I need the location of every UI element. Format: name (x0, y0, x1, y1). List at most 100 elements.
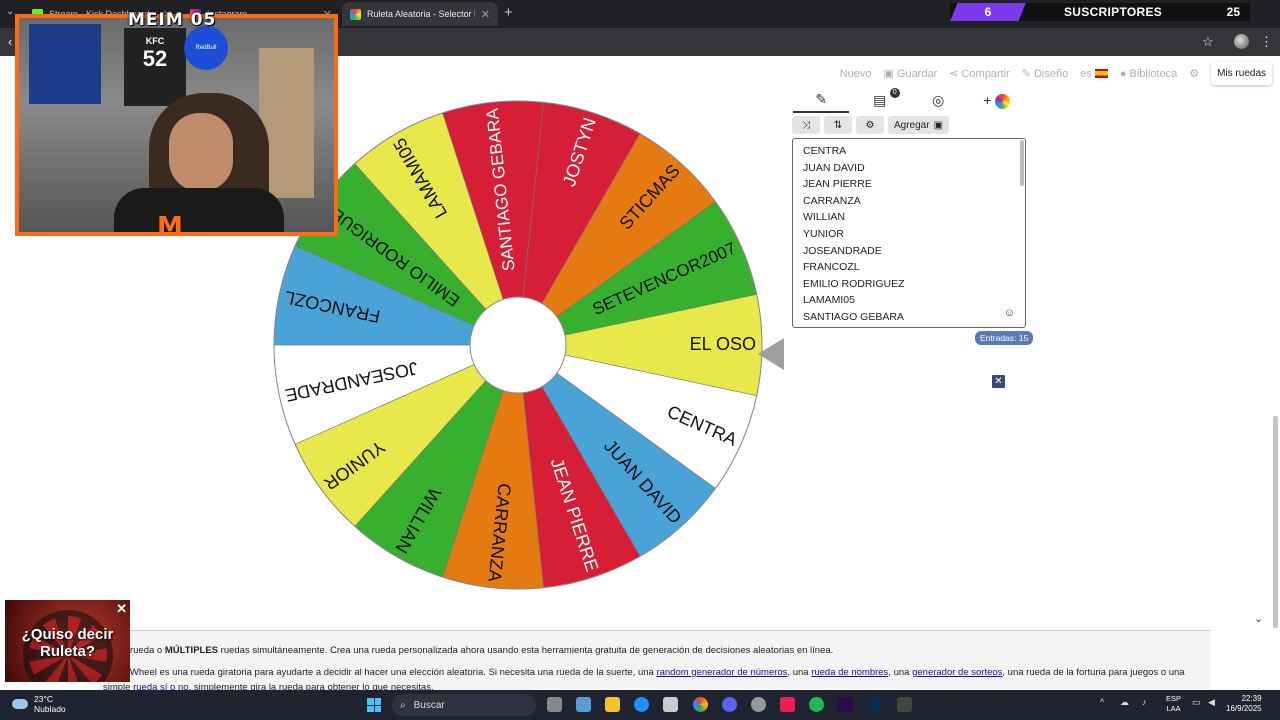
gear-icon: ⚙ (1189, 68, 1200, 80)
close-icon[interactable]: ✕ (116, 601, 127, 617)
link-number-generator[interactable]: random generador de números (656, 667, 787, 678)
add-image-button[interactable]: Agregar ▣ (888, 116, 950, 134)
time: 22:39 (1241, 694, 1262, 703)
color-wheel-icon (995, 93, 1011, 109)
editor-tools: ⤨ ⇅ ⚙ Agregar ▣ (792, 116, 950, 134)
lang-layout: LAA (1166, 704, 1181, 713)
entry-item[interactable]: SANTIAGO GEBARA (803, 309, 1015, 326)
link-name-wheel[interactable]: rueda de nombres (811, 667, 888, 678)
bookmark-star-icon[interactable]: ☆ (1202, 34, 1214, 50)
tab-ruleta[interactable]: Ruleta Aleatoria - Selector Pers ✕ (342, 2, 498, 26)
cloud-icon (12, 699, 28, 709)
edge-icon[interactable] (634, 697, 649, 712)
spain-flag-icon (1094, 69, 1108, 78)
library-button[interactable]: ● Biblioteca (1120, 68, 1177, 80)
share-label: Compartir (961, 67, 1010, 80)
language-selector[interactable]: es (1080, 68, 1108, 80)
entry-item[interactable]: JUAN DAVID (803, 160, 1015, 177)
close-tab-icon[interactable]: ✕ (481, 8, 490, 21)
editor-tabs: ✎ ▤ 0 ◎ + (792, 88, 1026, 114)
shuffle-button[interactable]: ⤨ (792, 116, 820, 134)
description-section: rueda o MÚLTIPLES ruedas simultáneamente… (100, 630, 1210, 693)
description-line-1: rueda o MÚLTIPLES ruedas simultáneamente… (130, 645, 833, 656)
taskbar-search[interactable]: ⌕ Buscar (392, 694, 536, 716)
task-view-icon[interactable] (547, 697, 562, 712)
share-button[interactable]: ⋖ Compartir (949, 67, 1010, 81)
volume-icon[interactable]: ◀ (1208, 697, 1215, 708)
jersey-image (29, 24, 101, 104)
close-icon[interactable]: ✕ (992, 375, 1005, 388)
search-label: Buscar (413, 699, 445, 711)
tab-edit[interactable]: ✎ (793, 91, 850, 113)
clock[interactable]: 22:39 16/9/2025 (1226, 694, 1262, 714)
store-icon[interactable] (663, 697, 678, 712)
entries-list: CENTRA JUAN DAVID JEAN PIERRE CARRANZA WILLI… (793, 139, 1025, 327)
entry-item[interactable]: JOSEANDRADE (803, 243, 1015, 260)
photoshop-icon[interactable] (867, 697, 882, 712)
entry-item[interactable]: JEAN PIERRE (803, 176, 1015, 193)
tab-results[interactable]: ▤ 0 (852, 88, 908, 112)
streamer-face (169, 113, 233, 191)
cam-title: MEIM 05 (128, 10, 217, 30)
language-indicator[interactable]: ESP LAA (1166, 694, 1181, 714)
desc-text: , una (888, 667, 913, 678)
roulette-promo[interactable]: ¿Quiso decir Ruleta? ✕ (5, 600, 130, 682)
desc-text: e Wheel es una rueda giratoria para ayud… (122, 667, 657, 678)
entries-scrollbar[interactable] (1020, 140, 1024, 186)
link-raffle-generator[interactable]: generador de sorteos (912, 667, 1002, 678)
language-label: es (1080, 67, 1092, 80)
jersey-image: KFC 52 (124, 28, 186, 106)
chevron-down-icon[interactable]: ⌄ (1254, 612, 1263, 625)
globe-icon: ● (1119, 67, 1127, 80)
capcut-icon[interactable] (897, 697, 912, 712)
entry-item[interactable]: YUNIOR (803, 226, 1015, 243)
chrome-icon[interactable] (693, 697, 708, 712)
entry-item[interactable]: FRANCOZL (803, 259, 1015, 276)
obs-icon[interactable] (751, 697, 766, 712)
my-wheels-button[interactable]: Mis ruedas (1211, 62, 1272, 85)
entry-item[interactable]: WILLIAN (803, 209, 1015, 226)
windows-start-icon[interactable] (367, 698, 381, 712)
ball-image: RedBull (184, 26, 228, 70)
microphone-icon[interactable]: ♪ (1142, 697, 1147, 707)
shuffle-icon: ⤨ (802, 119, 810, 131)
settings-button[interactable]: ⚙ (1189, 67, 1199, 80)
premiere-icon[interactable] (838, 697, 853, 712)
tab-hide[interactable]: ◎ (910, 92, 966, 112)
subscribers-count: 6 (950, 3, 1026, 21)
weather-widget[interactable]: 23°C Nublado (12, 694, 66, 714)
menu-icon[interactable]: ⋮ (1260, 34, 1273, 50)
page-scrollbar[interactable] (1273, 416, 1278, 628)
emoji-icon[interactable]: ☺ (1004, 307, 1015, 319)
back-icon[interactable]: ‹ (8, 34, 12, 49)
tab-colors[interactable]: + (969, 92, 1025, 112)
tiktok-icon[interactable] (780, 697, 795, 712)
wheel-hub[interactable] (469, 296, 567, 394)
file-explorer-icon[interactable] (605, 697, 620, 712)
network-icon[interactable]: ▭ (1192, 697, 1201, 708)
tab-search-icon[interactable]: ⌄ (6, 6, 14, 17)
entry-item[interactable]: CENTRA (803, 143, 1015, 160)
discord-icon[interactable] (722, 697, 737, 712)
new-button[interactable]: Nuevo (840, 68, 872, 80)
new-tab-icon[interactable]: + (504, 4, 513, 21)
wheel-segment-label: EL OSO (690, 334, 756, 354)
save-button[interactable]: ▣ Guardar (883, 67, 937, 81)
subscribers-goal-bar: 6 SUSCRIPTORES 25 (950, 3, 1250, 21)
entries-textarea[interactable]: CENTRA JUAN DAVID JEAN PIERRE CARRANZA WILLI… (792, 138, 1026, 328)
entry-item[interactable]: LAMAMI05 (803, 292, 1015, 309)
tray-chevron-icon[interactable]: ^ (1100, 697, 1104, 707)
entry-item[interactable]: CARRANZA (803, 193, 1015, 210)
advanced-button[interactable]: ⚙ (856, 116, 884, 134)
spin-wheel[interactable]: EL OSOCENTRAJUAN DAVIDJEAN PIERRECARRANZ… (265, 48, 775, 648)
tab-label: Ruleta Aleatoria - Selector Pers (367, 9, 475, 19)
design-button[interactable]: ✎ Diseño (1022, 67, 1068, 81)
copilot-icon[interactable] (576, 697, 591, 712)
entry-item[interactable]: EMILIO RODRIGUEZ (803, 276, 1015, 293)
windows-taskbar: 23°C Nublado ⌕ Buscar ^ ☁ ♪ ESP LAA ▭ ◀ 22:… (0, 690, 1280, 720)
cloud-sync-icon[interactable]: ☁ (1120, 697, 1129, 708)
sort-button[interactable]: ⇅ (824, 116, 852, 134)
wheel-container[interactable]: EL OSO CENTRA JUAN DAVID JEAN PIERRE CARRANZ… (265, 48, 775, 653)
profile-avatar[interactable] (1234, 34, 1249, 49)
spotify-icon[interactable] (809, 697, 824, 712)
